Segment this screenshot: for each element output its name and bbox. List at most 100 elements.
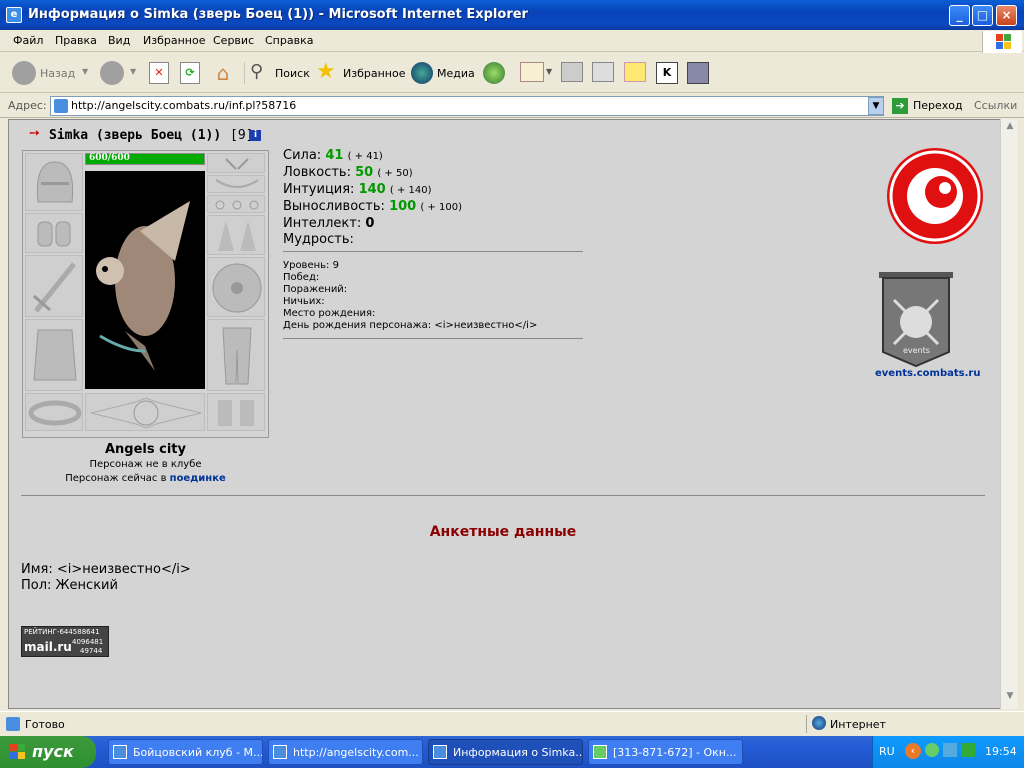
print-icon[interactable] xyxy=(561,62,583,82)
gloves-slot[interactable] xyxy=(207,215,265,255)
character-name: Simka (зверь Боец (1)) xyxy=(49,128,222,143)
ie-task-icon xyxy=(273,745,287,759)
favorites-star-icon[interactable]: ★ xyxy=(316,59,336,84)
vertical-scrollbar[interactable]: ▲ ▼ xyxy=(1000,119,1018,709)
icq-task-icon xyxy=(593,745,607,759)
clock: 19:54 xyxy=(985,745,1017,758)
windows-flag-icon xyxy=(10,744,26,760)
search-label[interactable]: Поиск xyxy=(275,67,310,80)
helmet-slot[interactable] xyxy=(25,153,83,211)
weapon-slot[interactable] xyxy=(25,255,83,317)
history-icon[interactable] xyxy=(483,62,505,84)
counter-n1: 4096481 xyxy=(72,638,104,646)
refresh-icon[interactable]: ⟳ xyxy=(180,62,200,84)
favorites-label[interactable]: Избранное xyxy=(343,67,405,80)
events-banner-icon[interactable]: events xyxy=(879,272,953,368)
address-dropdown-icon[interactable]: ▼ xyxy=(868,97,884,115)
battle-link[interactable]: поединке xyxy=(170,473,226,484)
rings-slot[interactable] xyxy=(207,195,265,213)
research-icon[interactable] xyxy=(687,62,709,84)
tray-arrow-icon[interactable]: ‹ xyxy=(905,743,921,759)
close-button[interactable]: × xyxy=(996,5,1017,26)
links-label[interactable]: Ссылки xyxy=(974,99,1017,112)
mail-icon[interactable] xyxy=(520,62,544,82)
necklace-slot[interactable] xyxy=(207,175,265,193)
belt-slot[interactable] xyxy=(25,393,83,431)
system-tray: RU ‹ 19:54 xyxy=(872,736,1024,768)
menu-tools[interactable]: Сервис xyxy=(213,34,254,47)
stat-value: 41 xyxy=(325,148,344,163)
info-icon[interactable]: i xyxy=(250,130,261,141)
search-icon[interactable]: ⚲ xyxy=(250,61,263,82)
back-dropdown-icon[interactable]: ▼ xyxy=(82,67,88,76)
stat-value: 50 xyxy=(355,165,374,180)
back-label[interactable]: Назад xyxy=(40,67,75,80)
info-line: Побед: xyxy=(283,272,320,283)
back-arrow-icon[interactable] xyxy=(12,61,36,85)
bracers-slot[interactable] xyxy=(25,213,83,253)
minimize-button[interactable]: _ xyxy=(949,5,970,26)
language-indicator[interactable]: RU xyxy=(879,745,895,758)
internet-zone-icon xyxy=(812,716,826,730)
scroll-down-icon[interactable]: ▼ xyxy=(1003,691,1017,705)
network-tray-icon[interactable] xyxy=(943,743,957,757)
events-badge-text: events xyxy=(903,346,930,355)
stat-label: Интеллект: xyxy=(283,216,362,231)
menu-help[interactable]: Справка xyxy=(265,34,313,47)
menu-edit[interactable]: Правка xyxy=(55,34,97,47)
section-divider xyxy=(21,495,985,496)
taskbar: пуск Бойцовский клуб - M... http://angel… xyxy=(0,736,1024,768)
stat-bonus: ( + 50) xyxy=(377,168,413,179)
boots-slot[interactable] xyxy=(207,393,265,431)
clan-emblem-icon xyxy=(885,148,985,248)
media-icon[interactable] xyxy=(411,62,433,84)
go-button[interactable]: Переход xyxy=(913,99,963,112)
task-button[interactable]: http://angelscity.com... xyxy=(268,739,423,765)
task-button[interactable]: Бойцовский клуб - M... xyxy=(108,739,263,765)
menu-view[interactable]: Вид xyxy=(108,34,130,47)
menu-favorites[interactable]: Избранное xyxy=(143,34,205,47)
task-button-active[interactable]: Информация о Simka... xyxy=(428,739,583,765)
hp-bar: 600/600 xyxy=(85,153,205,165)
forward-arrow-icon[interactable] xyxy=(100,61,124,85)
discuss-icon[interactable] xyxy=(624,62,646,82)
icq-tray-icon[interactable] xyxy=(925,743,939,757)
menu-file[interactable]: Файл xyxy=(13,34,43,47)
emblem-slot[interactable] xyxy=(85,393,205,431)
edit-icon[interactable] xyxy=(592,62,614,82)
stat-label: Интуиция: xyxy=(283,182,355,197)
avatar-frame: 600/600 xyxy=(85,153,205,389)
club-status: Персонаж не в клубе xyxy=(89,459,202,470)
profile-name-line: Имя: <i>неизвестно</i> xyxy=(21,562,191,577)
city-name: Angels city xyxy=(104,442,186,457)
start-button[interactable]: пуск xyxy=(0,736,96,768)
maximize-button[interactable]: □ xyxy=(972,5,993,26)
amulet-slot[interactable] xyxy=(207,153,265,173)
shield-slot[interactable] xyxy=(207,257,265,317)
battle-status: Персонаж сейчас в поединке xyxy=(22,473,269,484)
counter-rating: РЕЙТИНГ-644588641 xyxy=(24,628,100,636)
events-link[interactable]: events.combats.ru xyxy=(875,368,980,379)
forward-dropdown-icon[interactable]: ▼ xyxy=(130,67,136,76)
info-line: Уровень: 9 xyxy=(283,260,339,271)
mailru-counter[interactable]: РЕЙТИНГ-644588641 mail.ru 4096481 49744 xyxy=(21,626,109,657)
scroll-up-icon[interactable]: ▲ xyxy=(1003,121,1017,135)
task-button[interactable]: [313-871-672] - Окн... xyxy=(588,739,743,765)
address-bar: Адрес: http://angelscity.combats.ru/inf.… xyxy=(0,94,1024,118)
home-icon[interactable]: ⌂ xyxy=(211,61,235,85)
stat-row: Ловкость: 50 ( + 50) xyxy=(283,165,583,182)
mail-dropdown-icon[interactable]: ▼ xyxy=(546,67,552,76)
media-label[interactable]: Медиа xyxy=(437,67,475,80)
address-label: Адрес: xyxy=(8,99,47,112)
tray-icon[interactable] xyxy=(961,743,975,757)
stop-icon[interactable]: ✕ xyxy=(149,62,169,84)
windows-logo-icon xyxy=(982,31,1022,53)
armor-slot[interactable] xyxy=(25,319,83,391)
address-input[interactable]: http://angelscity.combats.ru/inf.pl?5871… xyxy=(50,96,884,116)
stat-row: Интеллект: 0 xyxy=(283,216,583,232)
leggings-slot[interactable] xyxy=(207,319,265,391)
k-tool-icon[interactable]: K xyxy=(656,62,678,84)
equipment-panel: 600/600 xyxy=(22,150,269,438)
go-arrow-icon[interactable]: ➔ xyxy=(892,98,908,114)
stat-value: 0 xyxy=(365,216,375,231)
